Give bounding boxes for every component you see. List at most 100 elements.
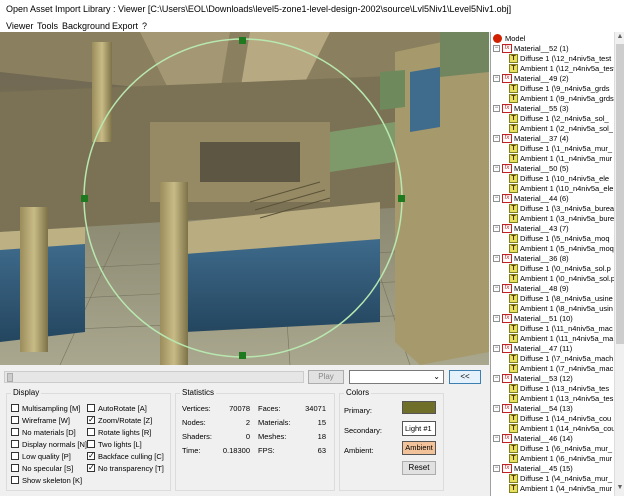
display-option[interactable]: Two lights [L] (87, 440, 142, 449)
texture-node-diffuse[interactable]: T Diffuse 1 (\12_n4niv5a_test (509, 54, 611, 63)
material-node[interactable]: − fx Material__55 (3) (493, 104, 569, 113)
slider-thumb[interactable] (7, 373, 13, 382)
checkbox[interactable] (11, 440, 19, 448)
texture-node-diffuse[interactable]: T Diffuse 1 (\4_n4niv5a_mur_ (509, 474, 612, 483)
material-node[interactable]: − fx Material__48 (9) (493, 284, 569, 293)
texture-node-ambient[interactable]: T Ambient 1 (\4_n4niv5a_mur (509, 484, 612, 493)
collapse-icon[interactable]: − (493, 435, 500, 442)
display-option[interactable]: Display normals [N] (11, 440, 87, 449)
display-option[interactable]: ✓ No transparency [T] (87, 464, 164, 473)
display-option[interactable]: ✓ Backface culling [C] (87, 452, 164, 461)
texture-node-ambient[interactable]: T Ambient 1 (\13_n4niv5a_tes (509, 394, 613, 403)
texture-node-ambient[interactable]: T Ambient 1 (\0_n4niv5a_sol.p (509, 274, 614, 283)
play-button[interactable]: Play (308, 370, 344, 384)
texture-node-ambient[interactable]: T Ambient 1 (\5_n4niv5a_moq (509, 244, 614, 253)
texture-node-ambient[interactable]: T Ambient 1 (\6_n4niv5a_mur (509, 454, 612, 463)
texture-node-ambient[interactable]: T Ambient 1 (\3_n4niv5a_bure (509, 214, 614, 223)
texture-node-ambient[interactable]: T Ambient 1 (\2_n4niv5a_sol_ (509, 124, 613, 133)
collapse-icon[interactable]: − (493, 375, 500, 382)
display-option[interactable]: Rotate lights [R] (87, 428, 151, 437)
material-node[interactable]: − fx Material__47 (11) (493, 344, 572, 353)
collapse-icon[interactable]: − (493, 465, 500, 472)
material-node[interactable]: − fx Material__44 (6) (493, 194, 569, 203)
tree-root[interactable]: Model (493, 34, 525, 43)
collapse-button[interactable]: << (449, 370, 481, 384)
material-node[interactable]: − fx Material__50 (5) (493, 164, 569, 173)
animation-select[interactable]: ⌄ (349, 370, 444, 384)
checkbox[interactable] (87, 404, 95, 412)
material-node[interactable]: − fx Material__49 (2) (493, 74, 569, 83)
texture-node-diffuse[interactable]: T Diffuse 1 (\0_n4niv5a_sol.p (509, 264, 611, 273)
collapse-icon[interactable]: − (493, 225, 500, 232)
scroll-down-icon[interactable]: ▼ (616, 484, 624, 494)
texture-node-ambient[interactable]: T Ambient 1 (\8_n4niv5a_usin (509, 304, 613, 313)
animation-slider[interactable] (4, 371, 304, 383)
material-node[interactable]: − fx Material__51 (10) (493, 314, 573, 323)
scroll-up-icon[interactable]: ▲ (616, 33, 624, 43)
display-option[interactable]: ✓ Zoom/Rotate [Z] (87, 416, 152, 425)
collapse-icon[interactable]: − (493, 45, 500, 52)
material-node[interactable]: − fx Material__43 (7) (493, 224, 569, 233)
collapse-icon[interactable]: − (493, 75, 500, 82)
display-option[interactable]: Low quality [P] (11, 452, 71, 461)
texture-node-diffuse[interactable]: T Diffuse 1 (\3_n4niv5a_burea (509, 204, 614, 213)
checkbox[interactable] (11, 404, 19, 412)
material-node[interactable]: − fx Material__37 (4) (493, 134, 569, 143)
ambient-color-swatch[interactable]: Ambient (402, 441, 436, 455)
material-node[interactable]: − fx Material__53 (12) (493, 374, 573, 383)
texture-node-diffuse[interactable]: T Diffuse 1 (\8_n4niv5a_usine (509, 294, 613, 303)
texture-node-ambient[interactable]: T Ambient 1 (\14_n4niv5a_cou (509, 424, 614, 433)
material-node[interactable]: − fx Material__36 (8) (493, 254, 569, 263)
display-option[interactable]: Wireframe [W] (11, 416, 70, 425)
texture-node-ambient[interactable]: T Ambient 1 (\7_n4niv5a_mac (509, 364, 613, 373)
texture-node-ambient[interactable]: T Ambient 1 (\1_n4niv5a_mur (509, 154, 612, 163)
scene-tree[interactable]: Model − fx Material__52 (1) T Diffuse 1 (\12… (490, 32, 614, 496)
texture-node-ambient[interactable]: T Ambient 1 (\11_n4niv5a_ma (509, 334, 613, 343)
scrollbar-thumb[interactable] (616, 44, 624, 344)
display-option[interactable]: Show skeleton [K] (11, 476, 82, 485)
display-option[interactable]: Multisampling [M] (11, 404, 80, 413)
collapse-icon[interactable]: − (493, 345, 500, 352)
collapse-icon[interactable]: − (493, 135, 500, 142)
menu-export[interactable]: Export (112, 21, 138, 31)
material-node[interactable]: − fx Material__54 (13) (493, 404, 573, 413)
texture-node-diffuse[interactable]: T Diffuse 1 (\6_n4niv5a_mur_ (509, 444, 612, 453)
texture-node-ambient[interactable]: T Ambient 1 (\12_n4niv5a_test (509, 64, 614, 73)
menu-help[interactable]: ? (142, 21, 147, 31)
display-option[interactable]: AutoRotate [A] (87, 404, 147, 413)
checkbox[interactable]: ✓ (87, 416, 95, 424)
secondary-color-swatch[interactable]: Light #1 (402, 421, 436, 436)
checkbox[interactable] (87, 428, 95, 436)
checkbox[interactable] (87, 440, 95, 448)
checkbox[interactable]: ✓ (87, 452, 95, 460)
collapse-icon[interactable]: − (493, 165, 500, 172)
primary-color-swatch[interactable] (402, 401, 436, 414)
checkbox[interactable] (11, 452, 19, 460)
texture-node-ambient[interactable]: T Ambient 1 (\9_n4niv5a_grds (509, 94, 614, 103)
menu-tools[interactable]: Tools (37, 21, 58, 31)
texture-node-diffuse[interactable]: T Diffuse 1 (\11_n4niv5a_mac (509, 324, 613, 333)
texture-node-diffuse[interactable]: T Diffuse 1 (\2_n4niv5a_sol_ (509, 114, 609, 123)
checkbox[interactable] (11, 428, 19, 436)
texture-node-diffuse[interactable]: T Diffuse 1 (\7_n4niv5a_mach (509, 354, 613, 363)
checkbox[interactable] (11, 416, 19, 424)
collapse-icon[interactable]: − (493, 255, 500, 262)
collapse-icon[interactable]: − (493, 315, 500, 322)
material-node[interactable]: − fx Material__52 (1) (493, 44, 569, 53)
texture-node-diffuse[interactable]: T Diffuse 1 (\5_n4niv5a_moq (509, 234, 610, 243)
texture-node-diffuse[interactable]: T Diffuse 1 (\13_n4niv5a_tes (509, 384, 609, 393)
checkbox[interactable]: ✓ (87, 464, 95, 472)
menu-background[interactable]: Background (62, 21, 110, 31)
texture-node-diffuse[interactable]: T Diffuse 1 (\9_n4niv5a_grds (509, 84, 610, 93)
collapse-icon[interactable]: − (493, 195, 500, 202)
collapse-icon[interactable]: − (493, 285, 500, 292)
texture-node-diffuse[interactable]: T Diffuse 1 (\10_n4niv5a_ele (509, 174, 609, 183)
tree-scrollbar[interactable]: ▲ ▼ (614, 32, 624, 496)
render-viewport[interactable] (0, 32, 489, 365)
reset-button[interactable]: Reset (402, 461, 436, 475)
display-option[interactable]: No specular [S] (11, 464, 73, 473)
display-option[interactable]: No materials [D] (11, 428, 76, 437)
texture-node-diffuse[interactable]: T Diffuse 1 (\14_n4niv5a_cou (509, 414, 611, 423)
collapse-icon[interactable]: − (493, 405, 500, 412)
checkbox[interactable] (11, 464, 19, 472)
